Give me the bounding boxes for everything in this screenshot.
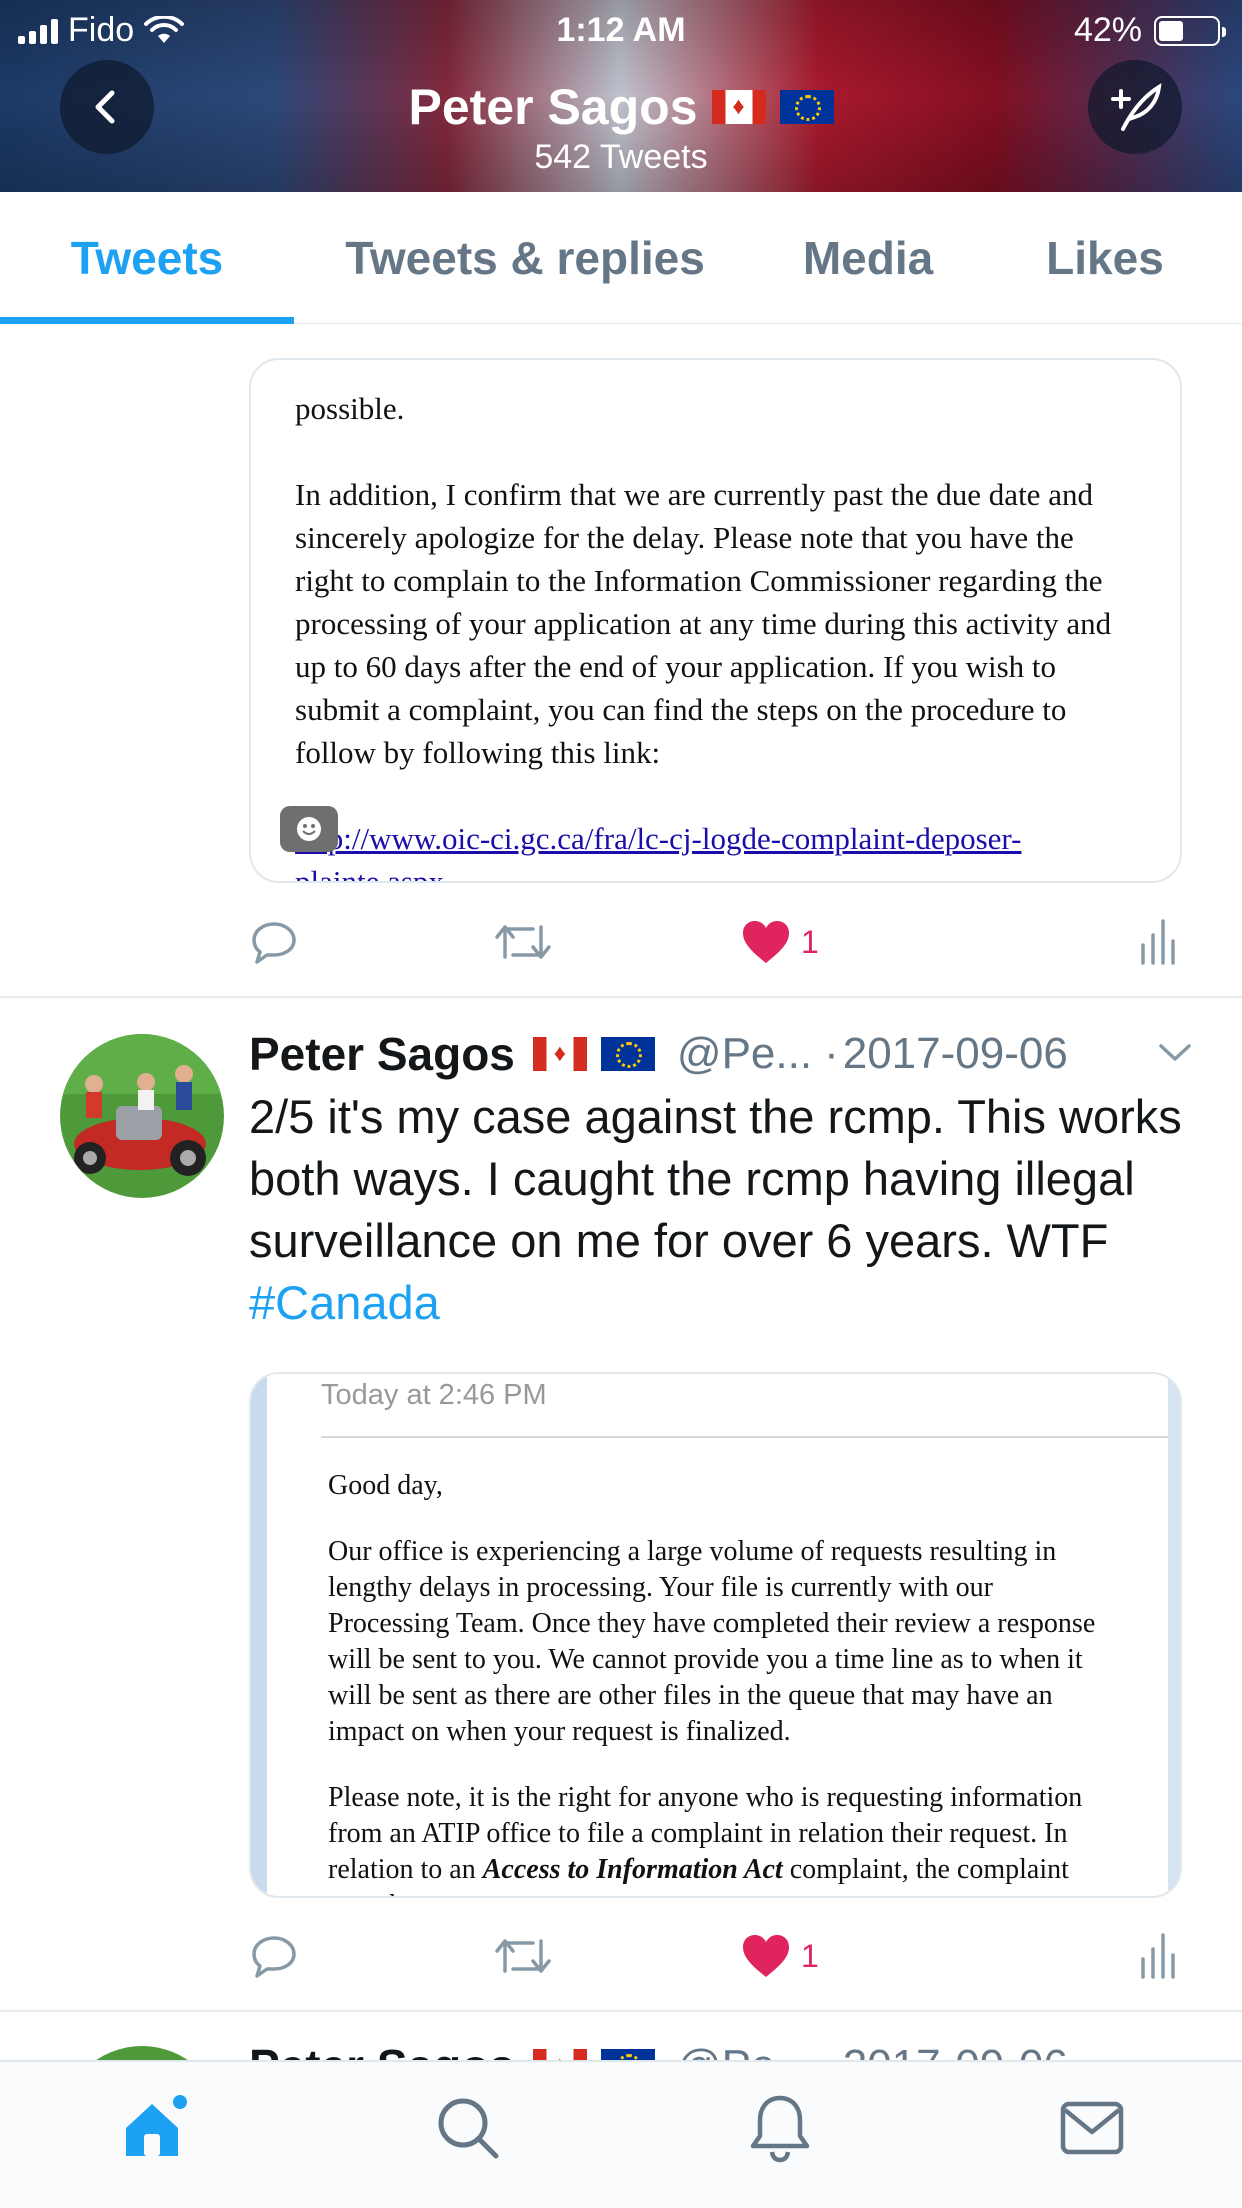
tweet-divider — [0, 2010, 1242, 2012]
tweet-date[interactable]: 2017-09-06 — [843, 1029, 1068, 1079]
messages-tab[interactable] — [1052, 2088, 1132, 2168]
messages-icon — [1060, 2101, 1124, 2155]
tweet-count: 542 Tweets — [534, 138, 708, 176]
compose-feather-icon — [1111, 83, 1162, 131]
reply-button[interactable] — [249, 902, 299, 982]
canada-flag-icon — [532, 1037, 587, 1071]
tweet-body: 2/5 it's my case against the rcmp. This … — [249, 1090, 1182, 1267]
notifications-tab[interactable] — [740, 2088, 820, 2168]
tab-tweets[interactable]: Tweets — [0, 192, 294, 324]
tweet-author-handle[interactable]: @Pe... — [677, 1029, 812, 1079]
analytics-button[interactable] — [1137, 902, 1177, 982]
status-bar: Fido 1:12 AM 42% — [0, 0, 1242, 60]
document-line: possible. — [295, 391, 405, 426]
email-paragraph: Our office is experiencing a large volum… — [328, 1536, 1096, 1747]
email-timestamp: Today at 2:46 PM — [321, 1379, 547, 1411]
analytics-button[interactable] — [1137, 1916, 1177, 1996]
compose-tweet-button[interactable] — [1088, 60, 1182, 154]
home-icon — [126, 2095, 187, 2156]
notifications-icon — [750, 2095, 810, 2163]
separator-dot: · — [824, 1029, 839, 1078]
email-rule — [321, 1436, 1168, 1438]
reply-icon — [252, 922, 296, 964]
face-tag-icon[interactable] — [280, 806, 338, 852]
document-text: possible. In addition, I confirm that we… — [295, 360, 1136, 883]
email-greeting: Good day, — [328, 1470, 443, 1501]
hashtag-link[interactable]: #Canada — [249, 1276, 440, 1329]
retweet-button[interactable] — [493, 902, 553, 982]
battery-icon — [1154, 15, 1226, 46]
tab-media[interactable]: Media — [770, 192, 966, 324]
tweet-image[interactable]: Today at 2:46 PM Good day, Our office is… — [249, 1372, 1182, 1898]
reply-icon — [252, 1936, 296, 1978]
tweet-divider — [0, 996, 1242, 998]
home-tab[interactable] — [116, 2088, 196, 2168]
tweet-menu-button[interactable] — [1158, 1040, 1192, 1069]
analytics-icon — [1141, 1933, 1175, 1979]
heart-icon — [743, 1935, 789, 1977]
retweet-button[interactable] — [493, 1916, 553, 1996]
analytics-icon — [1141, 919, 1175, 965]
search-icon — [438, 2098, 499, 2159]
reply-button[interactable] — [249, 1916, 299, 1996]
canada-flag-icon — [711, 90, 766, 124]
tweet-author-name[interactable]: Peter Sagos — [249, 1027, 515, 1081]
like-button[interactable]: 1 — [741, 902, 819, 982]
eu-flag-icon — [600, 1037, 655, 1071]
tweet-header: Peter Sagos @Pe... · 2017-09-06 — [249, 1024, 1192, 1084]
document-paragraph: In addition, I confirm that we are curre… — [295, 477, 1112, 770]
like-count: 1 — [801, 923, 819, 960]
battery-percent: 42% — [1073, 11, 1142, 49]
bottom-tab-bar — [0, 2060, 1242, 2208]
clock: 1:12 AM — [556, 11, 686, 49]
like-count: 1 — [801, 1937, 819, 1974]
document-link: http://www.oic-ci.gc.ca/fra/lc-cj-logde-… — [295, 821, 1022, 883]
eu-flag-icon — [779, 90, 834, 124]
search-tab[interactable] — [428, 2088, 508, 2168]
document-text: Good day, Our office is experiencing a l… — [328, 1468, 1110, 1896]
tweet-actions: 1 — [249, 1916, 1182, 1996]
chevron-down-icon — [1159, 1043, 1191, 1061]
retweet-icon — [495, 925, 551, 959]
profile-header: Fido 1:12 AM 42% Peter Sagos 542 Tweets — [0, 0, 1242, 192]
active-tab-indicator — [0, 317, 294, 324]
email-left-border — [251, 1374, 267, 1896]
tweet-actions: 1 — [249, 902, 1182, 982]
tweet-text: 2/5 it's my case against the rcmp. This … — [249, 1086, 1189, 1334]
heart-icon — [743, 921, 789, 963]
email-right-border — [1168, 1374, 1180, 1896]
like-button[interactable]: 1 — [741, 1916, 819, 1996]
tweet-image[interactable]: possible. In addition, I confirm that we… — [249, 358, 1182, 883]
tab-likes[interactable]: Likes — [1014, 192, 1196, 324]
retweet-icon — [495, 1939, 551, 1973]
avatar[interactable] — [60, 1034, 224, 1198]
email-paragraph: Please note, it is the right for anyone … — [328, 1780, 1110, 1896]
profile-name: Peter Sagos — [408, 79, 698, 135]
tab-tweets-and-replies[interactable]: Tweets & replies — [318, 192, 732, 324]
profile-tabs: Tweets Tweets & replies Media Likes — [0, 192, 1242, 324]
email-italic-text: Access to Information Act — [482, 1854, 783, 1885]
